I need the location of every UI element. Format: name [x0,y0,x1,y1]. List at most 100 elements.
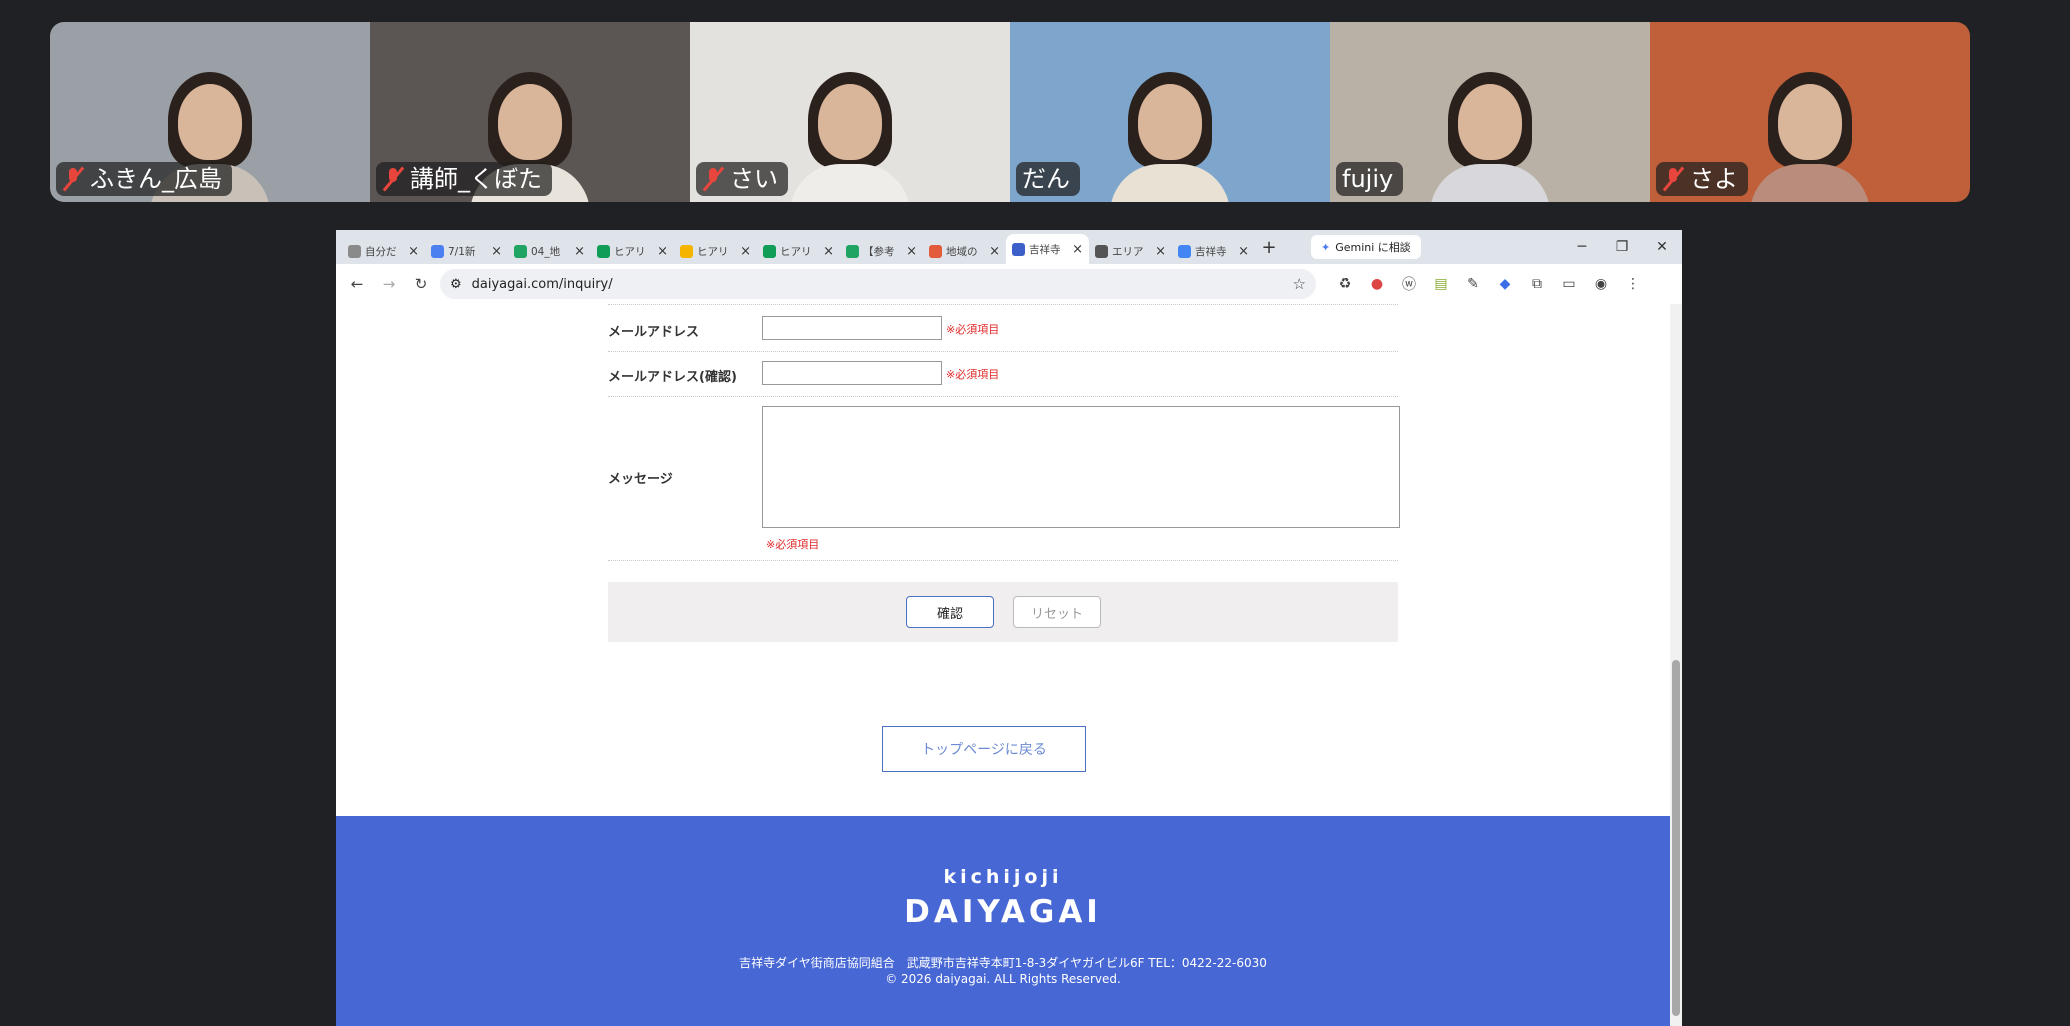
gemini-label: Gemini に相談 [1335,241,1411,254]
tab-close-icon[interactable]: × [574,244,585,259]
tab-close-icon[interactable]: × [1155,244,1166,259]
tab-bar: 自分だ × 7/1新 × 04_地 × ヒアリ × ヒアリ × ヒアリ × 【参考 × 地域の × 吉祥寺 × エリ… [336,230,1682,264]
tab-favicon-icon [348,244,361,258]
browser-tab[interactable]: ヒアリ × [757,238,840,264]
participant-name: さい [730,165,778,193]
tab-title: 吉祥寺 [1195,245,1227,258]
tab-close-icon[interactable]: × [906,244,917,259]
footer-copyright: © 2026 daiyagai. ALL Rights Reserved. [885,972,1121,986]
profile-avatar-icon[interactable]: ◉ [1592,276,1610,292]
bookmark-star-icon[interactable]: ☆ [1293,275,1306,293]
w-extension-icon[interactable]: ⓦ [1400,274,1418,294]
back-icon[interactable]: ← [344,275,370,293]
tab-close-icon[interactable]: × [823,244,834,259]
tab-close-icon[interactable]: × [740,244,751,259]
browser-tab[interactable]: 【参考 × [840,238,923,264]
browser-tab[interactable]: ヒアリ × [674,238,757,264]
new-tab-button[interactable]: + [1255,237,1283,258]
tab-close-icon[interactable]: × [491,244,502,259]
message-textarea[interactable] [762,406,1400,528]
tab-favicon-icon [514,244,527,258]
recycle-extension-icon[interactable]: ♻ [1336,276,1354,292]
tab-favicon-icon [929,244,942,258]
back-to-top-button[interactable]: トップページに戻る [882,726,1086,772]
mic-muted-icon [702,166,724,192]
tab-favicon-icon [1012,242,1025,256]
forward-icon[interactable]: → [376,275,402,293]
tab-favicon-icon [680,244,693,258]
browser-tab[interactable]: 04_地 × [508,238,591,264]
tab-favicon-icon [1178,244,1191,258]
eyedropper-extension-icon[interactable]: ✎ [1464,276,1482,292]
participant-nameplate: 講師_くぼた [376,162,552,196]
participant-name: さよ [1690,165,1738,193]
tab-close-icon[interactable]: × [989,244,1000,259]
footer-address: 吉祥寺ダイヤ街商店協同組合 武蔵野市吉祥寺本町1-8-3ダイヤガイビル6F TE… [739,956,1267,970]
participant-tile[interactable]: fujiy [1330,22,1650,202]
browser-tab[interactable]: 吉祥寺 × [1006,234,1089,264]
participant-tile[interactable]: ふきん_広島 [50,22,370,202]
email-confirm-label: メールアドレス(確認) [608,370,737,385]
browser-tab[interactable]: エリア × [1089,238,1172,264]
page-scrollbar[interactable] [1670,304,1682,1026]
participant-tile[interactable]: 講師_くぼた [370,22,690,202]
participant-nameplate: さい [696,162,788,196]
browser-toolbar: ← → ↻ ⚙ daiyagai.com/inquiry/ ☆ ♻ ● ⓦ ▤ … [336,264,1682,305]
tab-close-icon[interactable]: × [657,244,668,259]
tab-title: 【参考 [863,245,895,258]
menu-kebab-icon[interactable]: ⋮ [1624,276,1642,292]
restore-icon[interactable]: ❐ [1602,239,1642,255]
footer-logo-kichijoji[interactable]: kichijoji [336,866,1670,888]
footer-logo-daiyagai[interactable]: DAIYAGAI [336,894,1670,930]
close-window-icon[interactable]: ✕ [1642,239,1682,255]
email-confirm-field[interactable] [762,361,942,385]
minimize-icon[interactable]: ─ [1562,239,1602,255]
site-info-icon[interactable]: ⚙ [450,277,462,292]
browser-tab[interactable]: 自分だ × [342,238,425,264]
participant-tile[interactable]: だん [1010,22,1330,202]
message-row: メッセージ ※必須項目 [608,396,1400,561]
gemini-icon: ✦ [1321,240,1331,254]
address-bar[interactable]: ⚙ daiyagai.com/inquiry/ ☆ [440,269,1316,299]
mic-muted-icon [1662,166,1684,192]
reading-list-icon[interactable]: ▭ [1560,276,1578,292]
browser-tab[interactable]: 吉祥寺 × [1172,238,1255,264]
participant-video [790,64,910,202]
tab-favicon-icon [431,244,444,258]
tab-favicon-icon [1095,244,1108,258]
url-text: daiyagai.com/inquiry/ [471,276,613,292]
tab-close-icon[interactable]: × [1238,244,1249,259]
site-footer: kichijoji DAIYAGAI 吉祥寺ダイヤ街商店協同組合 武蔵野市吉祥寺… [336,816,1670,1026]
browser-tab[interactable]: 地域の × [923,238,1006,264]
extensions-area: ♻ ● ⓦ ▤ ✎ ◆ ⧉ ▭ ◉ ⋮ [1336,274,1642,294]
confirm-button[interactable]: 確認 [906,596,994,628]
gemini-button[interactable]: ✦ Gemini に相談 [1311,235,1421,259]
tab-title: ヒアリ [780,245,812,258]
browser-tab[interactable]: 7/1新 × [425,238,508,264]
notes-extension-icon[interactable]: ▤ [1432,276,1450,292]
tab-close-icon[interactable]: × [408,244,419,259]
tab-title: 04_地 [531,245,561,258]
window-controls: ─ ❐ ✕ [1562,239,1682,255]
participant-name: だん [1022,165,1070,193]
tab-title: ヒアリ [614,245,646,258]
email-label: メールアドレス [608,325,700,340]
tab-close-icon[interactable]: × [1072,242,1083,257]
participant-tile[interactable]: さい [690,22,1010,202]
form-button-area: 確認 リセット [608,582,1398,642]
mic-muted-icon [62,166,84,192]
puzzle-extensions-icon[interactable]: ⧉ [1528,276,1546,292]
email-field[interactable] [762,316,942,340]
participant-nameplate: だん [1016,162,1080,196]
reload-icon[interactable]: ↻ [408,275,434,293]
participant-nameplate: さよ [1656,162,1748,196]
participant-tile[interactable]: さよ [1650,22,1970,202]
bluesky-extension-icon[interactable]: ◆ [1496,276,1514,292]
scrollbar-thumb[interactable] [1672,660,1680,1016]
browser-tab[interactable]: ヒアリ × [591,238,674,264]
message-label: メッセージ [608,472,673,487]
reset-button[interactable]: リセット [1013,596,1101,628]
tab-favicon-icon [763,244,776,258]
participant-strip: ふきん_広島 講師_くぼた さい だん fujiy さよ [50,22,1970,202]
color-extension-icon[interactable]: ● [1368,276,1386,292]
